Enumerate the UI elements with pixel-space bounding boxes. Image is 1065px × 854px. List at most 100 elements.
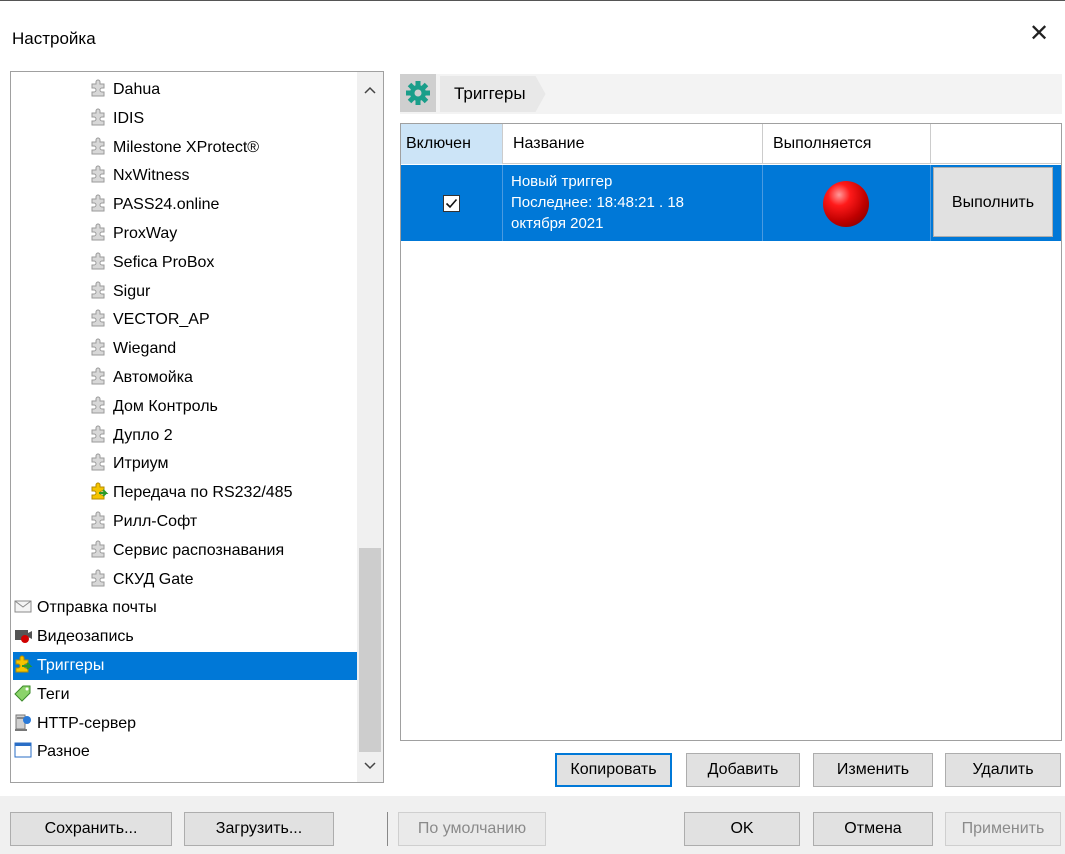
footer-separator	[387, 812, 388, 846]
puzzle-gray-icon	[89, 251, 109, 271]
cell-running	[763, 165, 931, 241]
tree-item-label: Рилл-Софт	[113, 513, 198, 530]
tree-item-label: PASS24.online	[113, 196, 220, 213]
tree-item[interactable]: Wiegand	[89, 335, 176, 363]
puzzle-gray-icon	[89, 510, 109, 530]
puzzle-gray-icon	[89, 136, 109, 156]
defaults-button[interactable]: По умолчанию	[398, 812, 546, 846]
tree-item[interactable]: PASS24.online	[89, 191, 219, 219]
server-icon	[13, 712, 33, 732]
puzzle-yellow-icon	[89, 481, 109, 501]
settings-tree[interactable]: Dahua IDIS Milestone XProtect® NxWitness PAS…	[10, 71, 384, 783]
tree-item[interactable]: СКУД Gate	[89, 566, 193, 594]
tree-item-label: Итриум	[113, 455, 169, 472]
tree-item-label: IDIS	[113, 110, 145, 127]
tree-item[interactable]: Milestone XProtect®	[89, 134, 259, 162]
tree-item-label: Sigur	[113, 283, 151, 300]
tree-item[interactable]: Dahua	[89, 76, 160, 104]
tree-item[interactable]: Видеозапись	[13, 623, 134, 651]
enabled-checkbox[interactable]	[443, 195, 460, 212]
puzzle-gray-icon	[89, 395, 109, 415]
load-button[interactable]: Загрузить...	[184, 812, 334, 846]
tree-item[interactable]: Дупло 2	[89, 422, 173, 450]
tree-item[interactable]: Дом Контроль	[89, 393, 218, 421]
close-icon[interactable]: ✕	[1025, 19, 1053, 49]
column-name[interactable]: Название	[503, 124, 763, 164]
section-title[interactable]: Триггеры	[440, 76, 546, 112]
tree-item[interactable]: Автомойка	[89, 364, 193, 392]
column-enabled[interactable]: Включен	[401, 124, 503, 164]
tree-item[interactable]: Передача по RS232/485	[89, 479, 292, 507]
tree-item[interactable]: Отправка почты	[13, 594, 157, 622]
scroll-down-icon[interactable]	[357, 752, 383, 778]
window-icon	[13, 740, 33, 760]
window-title: Настройка	[12, 29, 96, 48]
apply-button[interactable]: Применить	[945, 812, 1061, 846]
tree-item-label: Milestone XProtect®	[113, 139, 260, 156]
tree-item-label: ProxWay	[113, 225, 178, 242]
run-trigger-button[interactable]: Выполнить	[933, 167, 1053, 237]
puzzle-gray-icon	[89, 337, 109, 357]
trigger-last-run-date: октября 2021	[511, 215, 604, 232]
add-button[interactable]: Добавить	[686, 753, 800, 787]
puzzle-gray-icon	[89, 452, 109, 472]
tree-item-label: Dahua	[113, 81, 161, 98]
tree-item-label: Сервис распознавания	[113, 542, 285, 559]
trigger-name-text: Новый триггер Последнее: 18:48:21 . 18 о…	[511, 171, 751, 234]
copy-button[interactable]: Копировать	[555, 753, 672, 787]
puzzle-gray-icon	[89, 308, 109, 328]
tree-item-label: Передача по RS232/485	[113, 484, 293, 501]
tree-item-label: VECTOR_AP	[113, 311, 210, 328]
envelope-icon	[13, 596, 33, 616]
puzzle-gray-icon	[89, 193, 109, 213]
tree-item-label: Автомойка	[113, 369, 193, 386]
tree-item[interactable]: Sigur	[89, 278, 150, 306]
title-bar: Настройка ✕	[0, 1, 1065, 61]
table-row[interactable]: Новый триггер Последнее: 18:48:21 . 18 о…	[401, 165, 1061, 241]
edit-button[interactable]: Изменить	[813, 753, 933, 787]
tree-item[interactable]: Итриум	[89, 450, 168, 478]
scroll-up-icon[interactable]	[357, 76, 383, 102]
tree-item-label: Видеозапись	[37, 628, 134, 645]
tag-icon	[13, 683, 33, 703]
tree-item[interactable]: Разное	[13, 738, 90, 766]
column-action	[931, 124, 1061, 164]
gear-icon	[400, 74, 436, 112]
tree-item[interactable]: Триггеры	[13, 652, 358, 680]
column-running[interactable]: Выполняется	[763, 124, 931, 164]
triggers-grid[interactable]: Включен Название Выполняется Новый тригг…	[400, 123, 1062, 741]
scroll-thumb[interactable]	[359, 548, 381, 752]
tree-item[interactable]: Рилл-Софт	[89, 508, 197, 536]
tree-item[interactable]: VECTOR_AP	[89, 306, 210, 334]
tree-item-label: Sefica ProBox	[113, 254, 215, 271]
tree-item-label: Теги	[37, 686, 70, 703]
tree-item-label: Разное	[37, 743, 90, 760]
cell-action: Выполнить	[931, 165, 1061, 241]
puzzle-gray-icon	[89, 222, 109, 242]
ok-button[interactable]: OK	[684, 812, 800, 846]
tree-item[interactable]: HTTP-сервер	[13, 710, 136, 738]
tree-scrollbar[interactable]	[357, 72, 383, 782]
tree-item-label: Дом Контроль	[113, 398, 218, 415]
puzzle-gray-icon	[89, 424, 109, 444]
save-button[interactable]: Сохранить...	[10, 812, 172, 846]
tree-item-label: Wiegand	[113, 340, 177, 357]
tree-item[interactable]: ProxWay	[89, 220, 177, 248]
cell-enabled	[401, 165, 503, 241]
tree-item-label: Отправка почты	[37, 599, 157, 616]
tree-item[interactable]: Sefica ProBox	[89, 249, 214, 277]
puzzle-gray-icon	[89, 568, 109, 588]
delete-button[interactable]: Удалить	[945, 753, 1061, 787]
cell-name: Новый триггер Последнее: 18:48:21 . 18 о…	[503, 165, 763, 241]
tree-item[interactable]: Теги	[13, 681, 70, 709]
grid-header: Включен Название Выполняется	[401, 124, 1061, 164]
trigger-last-run: Последнее: 18:48:21 . 18	[511, 194, 685, 211]
cancel-button[interactable]: Отмена	[813, 812, 933, 846]
tree-item[interactable]: NxWitness	[89, 162, 189, 190]
tree-item[interactable]: Сервис распознавания	[89, 537, 284, 565]
tree-item-label: HTTP-сервер	[37, 715, 137, 732]
trigger-name: Новый триггер	[511, 173, 613, 190]
trigger-icon	[13, 654, 33, 674]
puzzle-gray-icon	[89, 164, 109, 184]
tree-item[interactable]: IDIS	[89, 105, 144, 133]
